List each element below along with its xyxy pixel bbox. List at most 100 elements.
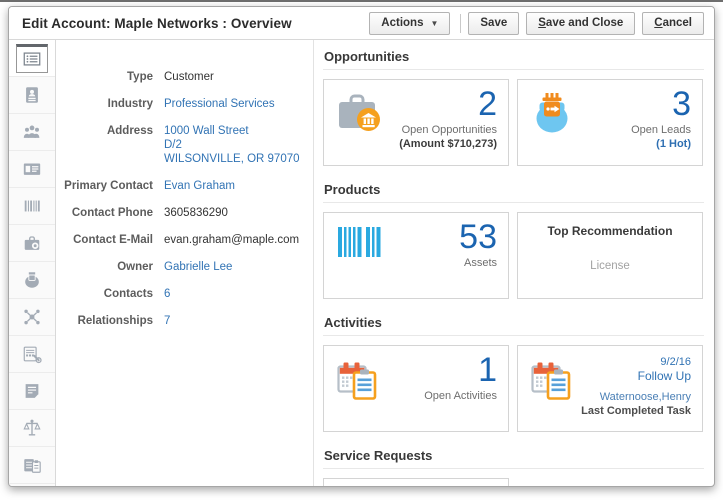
sidebar-item-team[interactable] (9, 114, 55, 151)
field-label: Contacts (103, 288, 153, 300)
sidebar-item-leads[interactable] (9, 262, 55, 299)
last-task-subject-link[interactable]: Follow Up (581, 369, 691, 384)
screen-top-edge (0, 0, 723, 2)
field-contacts: Contacts 6 (56, 287, 313, 301)
section-title: Products (323, 179, 704, 203)
field-label: Industry (107, 98, 153, 110)
account-profile-icon (16, 155, 48, 184)
field-type: Type Customer (56, 70, 313, 84)
section-opportunities: Opportunities 2 Open Opportunities (Amou… (323, 46, 704, 166)
field-value: evan.graham@maple.com (164, 234, 300, 246)
open-leads-count: 3 (672, 85, 691, 123)
field-contact-email: Contact E-Mail evan.graham@maple.com (56, 233, 313, 247)
sidebar-item-overview[interactable] (9, 40, 55, 77)
save-button[interactable]: Save (468, 11, 520, 35)
save-and-close-button[interactable]: Save and Close (526, 11, 636, 35)
open-activities-count: 1 (478, 351, 497, 389)
field-relationships: Relationships 7 (56, 314, 313, 328)
field-label: Primary Contact (64, 180, 153, 192)
field-value: Customer (164, 71, 214, 83)
address-line-3: WILSONVILLE, OR 97070 (164, 153, 300, 165)
open-opportunities-count: 2 (478, 85, 497, 123)
assets-card[interactable]: 53 Assets (323, 212, 509, 299)
open-leads-card[interactable]: 3 Open Leads (1 Hot) (517, 79, 703, 166)
open-service-requests-card[interactable]: 1 Open Service Requests (0 Critical) (323, 478, 509, 486)
section-products: Products 53 Assets Top Recommendation Li… (323, 179, 704, 299)
save-button-label: Save (480, 17, 508, 29)
field-primary-contact: Primary Contact Evan Graham (56, 179, 313, 193)
open-leads-label: Open Leads (631, 124, 691, 136)
sidebar-item-assessments[interactable] (9, 447, 55, 484)
actions-button[interactable]: Actions ▼ (369, 11, 451, 35)
save-and-close-button-label: Save and Close (538, 17, 624, 29)
owner-link[interactable]: Gabrielle Lee (164, 260, 232, 274)
field-label: Contact Phone (71, 207, 153, 219)
top-recommendation-title: Top Recommendation (547, 224, 673, 238)
open-activities-card[interactable]: 1 Open Activities (323, 345, 509, 432)
opportunities-briefcase-icon (16, 229, 48, 258)
primary-contact-link[interactable]: Evan Graham (164, 179, 235, 193)
contact-card-icon (16, 81, 48, 110)
assets-barcode-icon (16, 192, 48, 221)
cancel-button[interactable]: Cancel (642, 11, 704, 35)
top-recommendation-card[interactable]: Top Recommendation License (517, 212, 703, 299)
edit-account-window: Edit Account: Maple Networks : Overview … (8, 6, 715, 487)
notes-icon (16, 377, 48, 406)
last-completed-task-card[interactable]: 9/2/16 Follow Up Waternoose,Henry Last C… (517, 345, 703, 432)
open-leads-hot: (1 Hot) (656, 137, 691, 150)
relationships-network-icon (16, 303, 48, 332)
field-label: Owner (117, 261, 153, 273)
sidebar-item-contacts[interactable] (9, 77, 55, 114)
field-label: Address (106, 125, 153, 137)
sidebar-item-competitors[interactable] (9, 410, 55, 447)
account-details-panel: Type Customer Industry Professional Serv… (56, 40, 314, 486)
leads-pot-icon (531, 93, 575, 140)
open-opportunities-card[interactable]: 2 Open Opportunities (Amount $710,273) (323, 79, 509, 166)
address-link[interactable]: 1000 Wall Street D/2 WILSONVILLE, OR 970… (164, 124, 300, 166)
sidebar (9, 40, 56, 486)
field-label: Contact E-Mail (73, 234, 153, 246)
calendar-task-icon (337, 359, 381, 406)
service-requests-icon (16, 340, 48, 369)
field-value: 3605836290 (164, 207, 228, 219)
address-line-2: D/2 (164, 139, 182, 151)
leads-icon (16, 266, 48, 295)
field-label: Relationships (77, 315, 153, 327)
assessments-icon (16, 451, 48, 480)
sidebar-item-service-requests[interactable] (9, 336, 55, 373)
section-activities: Activities 1 Open Activities 9/2/16 Foll… (323, 312, 704, 432)
assets-label: Assets (463, 257, 497, 269)
field-address: Address 1000 Wall Street D/2 WILSONVILLE… (56, 124, 313, 166)
sidebar-item-profile[interactable] (9, 151, 55, 188)
industry-link[interactable]: Professional Services (164, 97, 275, 111)
open-service-requests-count: 1 (381, 484, 497, 486)
open-opportunities-label: Open Opportunities (401, 124, 497, 136)
contacts-count-link[interactable]: 6 (164, 287, 170, 301)
sidebar-item-opportunities[interactable] (9, 225, 55, 262)
sidebar-item-relationships[interactable] (9, 299, 55, 336)
chevron-down-icon: ▼ (430, 18, 439, 28)
last-task-contact-link[interactable]: Waternoose,Henry (581, 390, 691, 404)
sidebar-item-assets[interactable] (9, 188, 55, 225)
open-activities-label: Open Activities (424, 390, 497, 402)
top-recommendation-value: License (590, 260, 630, 272)
team-icon (16, 118, 48, 147)
overview-list-icon (16, 43, 48, 73)
calendar-task-icon (531, 359, 575, 406)
sidebar-item-notes[interactable] (9, 373, 55, 410)
page-title: Edit Account: Maple Networks : Overview (22, 15, 292, 31)
briefcase-bank-icon (337, 93, 383, 136)
cancel-button-label: Cancel (654, 17, 692, 29)
titlebar: Edit Account: Maple Networks : Overview … (9, 7, 714, 40)
toolbar-divider (460, 13, 462, 33)
barcode-icon (337, 226, 381, 263)
relationships-count-link[interactable]: 7 (164, 314, 170, 328)
actions-button-label: Actions (381, 17, 424, 29)
field-industry: Industry Professional Services (56, 97, 313, 111)
last-task-date-link[interactable]: 9/2/16 (581, 355, 691, 369)
field-contact-phone: Contact Phone 3605836290 (56, 206, 313, 220)
summary-panel: Opportunities 2 Open Opportunities (Amou… (314, 40, 714, 486)
last-task-caption: Last Completed Task (581, 405, 691, 417)
address-line-1: 1000 Wall Street (164, 125, 249, 137)
assets-count: 53 (459, 218, 497, 256)
